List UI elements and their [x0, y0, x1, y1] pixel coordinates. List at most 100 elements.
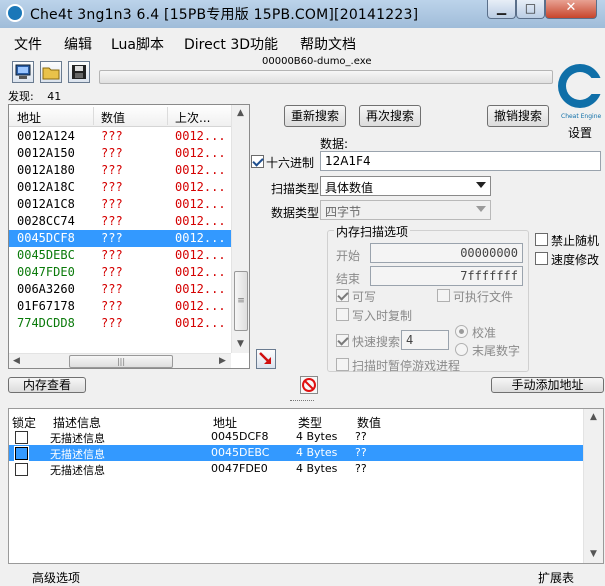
row-value: ??? — [101, 197, 123, 211]
value-type-value: 四字节 — [325, 205, 362, 219]
row-value: ??? — [101, 299, 123, 313]
found-count: 发现: 41 — [8, 88, 61, 104]
advanced-options-link[interactable]: 高级选项 — [32, 569, 80, 586]
close-button[interactable]: ✕ — [545, 0, 597, 19]
col-value-header[interactable]: 数值 — [101, 109, 125, 126]
first-scan-button[interactable]: 重新搜索 — [284, 105, 346, 127]
start-address-input[interactable]: 00000000 — [370, 243, 523, 263]
copy-on-write-checkbox[interactable] — [336, 308, 349, 321]
row-type: 4 Bytes — [296, 462, 338, 475]
menu-file[interactable]: 文件 — [14, 34, 42, 54]
scroll-thumb[interactable]: ≡ — [234, 271, 248, 331]
undo-scan-button[interactable]: 撤销搜索 — [487, 105, 549, 127]
row-value: ??? — [101, 316, 123, 330]
window-title: Che4t 3ng1n3 6.4 [15PB专用版 15PB.COM][2014… — [30, 7, 419, 23]
col-address-header[interactable]: 地址 — [17, 109, 41, 126]
menu-edit[interactable]: 编辑 — [64, 34, 92, 54]
stop-label: 结束 — [336, 272, 361, 286]
address-row[interactable]: 0028CC74??? 0012... — [9, 213, 231, 230]
chevron-down-icon — [476, 182, 486, 188]
unrandomizer-label: 禁止随机 — [551, 234, 600, 248]
row-description: 无描述信息 — [50, 464, 105, 477]
value-type-select[interactable]: 四字节 — [320, 200, 491, 220]
address-row[interactable]: 0012A150??? 0012... — [9, 145, 231, 162]
select-process-button[interactable] — [12, 61, 34, 83]
cheat-table-vscrollbar[interactable]: ▲ ▼ — [583, 409, 603, 563]
pause-game-checkbox[interactable] — [336, 358, 349, 371]
scroll-down-icon[interactable]: ▼ — [237, 339, 244, 349]
cheat-table[interactable]: 锁定 描述信息 地址 类型 数值 无描述信息 0045DCF8 4 Bytes?? 无… — [8, 408, 604, 564]
found-address-list[interactable]: 地址 数值 上次... 0012A124??? 0012... 0012A150??… — [8, 104, 250, 369]
lock-checkbox[interactable] — [15, 463, 28, 476]
cheat-table-row[interactable]: 无描述信息 0045DEBC 4 Bytes?? — [9, 445, 583, 461]
panel-splitter[interactable] — [0, 398, 605, 404]
row-previous: 0012... — [175, 248, 226, 262]
close-icon: ✕ — [565, 0, 577, 15]
executable-checkbox[interactable] — [437, 289, 450, 302]
menu-direct3d[interactable]: Direct 3D功能 — [184, 34, 278, 54]
address-row[interactable]: 006A3260??? 0012... — [9, 281, 231, 298]
lock-checkbox[interactable] — [14, 446, 29, 461]
address-row[interactable]: 01F67178??? 0012... — [9, 298, 231, 315]
hex-checkbox[interactable] — [251, 155, 264, 168]
save-button[interactable] — [68, 61, 90, 83]
address-row[interactable]: 0047FDE0??? 0012... — [9, 264, 231, 281]
stop-address-input[interactable]: 7fffffff — [370, 266, 523, 286]
cheat-table-row[interactable]: 无描述信息 0045DCF8 4 Bytes?? — [9, 429, 583, 445]
table-extras-link[interactable]: 扩展表 — [538, 569, 574, 586]
add-address-manually-button[interactable]: 手动添加地址 — [491, 377, 604, 393]
cheat-table-row[interactable]: 无描述信息 0047FDE0 4 Bytes?? — [9, 461, 583, 477]
clear-list-button[interactable] — [300, 376, 318, 394]
next-scan-button[interactable]: 再次搜索 — [359, 105, 421, 127]
address-row[interactable]: 0012A1C8??? 0012... — [9, 196, 231, 213]
menu-lua-script[interactable]: Lua脚本 — [111, 34, 164, 54]
cheat-engine-app-icon[interactable] — [6, 4, 24, 22]
minimize-button[interactable]: ▁ — [487, 0, 516, 19]
address-list-vscrollbar[interactable]: ▲ ≡ ▼ — [231, 105, 249, 353]
row-previous: 0012... — [175, 197, 226, 211]
unrandomizer-checkbox[interactable] — [535, 233, 548, 246]
address-row[interactable]: 0045DCF8??? 0012... — [9, 230, 231, 247]
scroll-up-icon[interactable]: ▲ — [237, 108, 244, 118]
lock-checkbox[interactable] — [15, 431, 28, 444]
aligned-radio[interactable] — [455, 325, 468, 338]
row-previous: 0012... — [175, 265, 226, 279]
memory-view-button[interactable]: 内存查看 — [8, 377, 86, 393]
fast-scan-checkbox[interactable] — [336, 334, 349, 347]
scroll-right-icon[interactable]: ▶ — [219, 356, 226, 366]
col-previous-header[interactable]: 上次... — [175, 109, 210, 126]
speedhack-checkbox[interactable] — [535, 252, 548, 265]
row-previous: 0012... — [175, 316, 226, 330]
address-row[interactable]: 0012A180??? 0012... — [9, 162, 231, 179]
row-value: ??? — [101, 129, 123, 143]
maximize-button[interactable]: □ — [516, 0, 545, 19]
writable-checkbox[interactable] — [336, 289, 349, 302]
last-digits-radio[interactable] — [455, 343, 468, 356]
address-row[interactable]: 0012A124??? 0012... — [9, 128, 231, 145]
open-file-button[interactable] — [40, 61, 62, 83]
scroll-up-icon[interactable]: ▲ — [590, 412, 597, 422]
floppy-save-icon — [72, 65, 86, 79]
scan-value-input[interactable]: 12A1F4 — [320, 151, 601, 171]
address-row[interactable]: 0012A18C??? 0012... — [9, 179, 231, 196]
address-list-hscrollbar[interactable]: ◀ ||| ▶ — [9, 353, 231, 368]
title-bar[interactable]: Che4t 3ng1n3 6.4 [15PB专用版 15PB.COM][2014… — [0, 0, 605, 28]
hscroll-thumb[interactable]: ||| — [69, 355, 173, 368]
col-divider[interactable] — [167, 107, 168, 125]
address-row[interactable]: 0045DEBC??? 0012... — [9, 247, 231, 264]
status-bar: 高级选项 扩展表 — [0, 566, 605, 586]
address-row[interactable]: 774DCDD8??? 0012... — [9, 315, 231, 332]
splitter-grip[interactable] — [290, 400, 314, 402]
scan-type-select[interactable]: 具体数值 — [320, 176, 491, 196]
row-value: ?? — [355, 446, 367, 459]
scroll-left-icon[interactable]: ◀ — [13, 356, 20, 366]
row-value: ??? — [101, 282, 123, 296]
menu-help[interactable]: 帮助文档 — [300, 34, 356, 54]
settings-link[interactable]: 设置 — [568, 124, 592, 141]
row-value: ??? — [101, 265, 123, 279]
cheat-engine-logo[interactable]: Cheat Engine — [554, 56, 604, 122]
add-to-cheat-table-button[interactable] — [256, 349, 276, 369]
fast-scan-alignment-input[interactable]: 4 — [401, 330, 449, 350]
scroll-down-icon[interactable]: ▼ — [590, 549, 597, 559]
col-divider[interactable] — [93, 107, 94, 125]
